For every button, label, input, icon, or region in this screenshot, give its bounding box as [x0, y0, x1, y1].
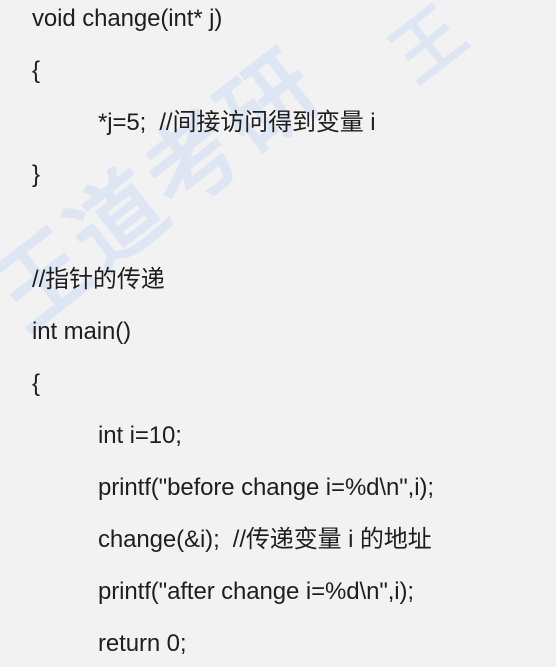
- code-line-main-signature: int main(): [32, 318, 132, 345]
- code-line-return: return 0;: [98, 630, 187, 657]
- code-block: void change(int* j) { *j=5; //间接访问得到变量 i…: [0, 0, 556, 667]
- code-comment-pointer-passing: //指针的传递: [32, 266, 165, 293]
- code-line-int-declaration: int i=10;: [98, 422, 182, 449]
- code-line-close-brace: }: [32, 161, 40, 188]
- code-line-printf-before: printf("before change i=%d\n",i);: [98, 474, 434, 501]
- code-line-open-brace: {: [32, 57, 40, 84]
- code-line-printf-after: printf("after change i=%d\n",i);: [98, 578, 414, 605]
- code-line-assignment: *j=5; //间接访问得到变量 i: [98, 109, 376, 136]
- code-line-main-open-brace: {: [32, 370, 40, 397]
- code-line-function-signature: void change(int* j): [32, 5, 223, 32]
- code-line-change-call: change(&i); //传递变量 i 的地址: [98, 526, 432, 553]
